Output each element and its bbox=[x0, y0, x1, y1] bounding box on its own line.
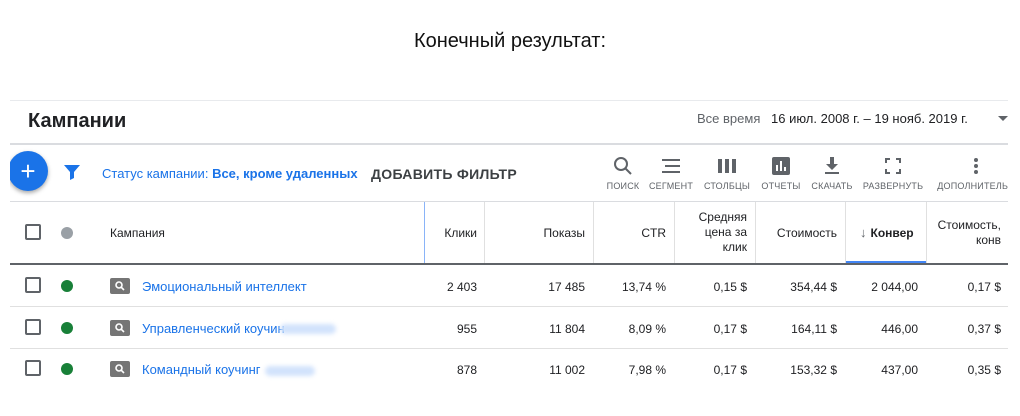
cell-conversions: 437,00 bbox=[881, 363, 918, 377]
more-vert-icon bbox=[936, 155, 1008, 177]
add-campaign-button[interactable]: + bbox=[10, 151, 48, 191]
cell-cost-per-conv: 0,37 $ bbox=[967, 322, 1001, 336]
cell-ctr: 7,98 % bbox=[628, 363, 666, 377]
plus-icon: + bbox=[20, 156, 36, 186]
column-header-cost-per-conv[interactable]: Стоимость, конв bbox=[927, 202, 1001, 263]
cell-clicks: 2 403 bbox=[446, 280, 477, 294]
cell-avg-cpc: 0,15 $ bbox=[713, 280, 747, 294]
cell-clicks: 878 bbox=[456, 363, 477, 377]
page-title: Кампании bbox=[28, 110, 127, 132]
campaign-link[interactable]: Эмоциональный интеллект bbox=[142, 279, 307, 294]
campaign-link[interactable]: Управленческий коучин bbox=[142, 321, 285, 336]
caret-down-icon[interactable] bbox=[998, 116, 1008, 121]
column-header-campaign[interactable]: Кампания bbox=[110, 202, 310, 263]
column-separator bbox=[845, 202, 846, 263]
column-header-avg-cpc[interactable]: Средняя цена за клик bbox=[675, 202, 747, 263]
column-header-label: цена за bbox=[704, 225, 747, 239]
search-campaign-icon bbox=[110, 320, 130, 336]
status-dot-enabled bbox=[61, 322, 73, 334]
row-checkbox[interactable] bbox=[25, 360, 41, 376]
more-tool-button[interactable]: ДОПОЛНИТЕЛЬН bbox=[936, 155, 1008, 191]
cell-ctr: 13,74 % bbox=[621, 280, 666, 294]
column-header-ctr[interactable]: CTR bbox=[594, 202, 666, 263]
cell-cost: 354,44 $ bbox=[790, 280, 837, 294]
column-header-label: клик bbox=[722, 240, 747, 254]
column-header-clicks[interactable]: Клики bbox=[425, 202, 477, 263]
cell-ctr: 8,09 % bbox=[628, 322, 666, 336]
search-campaign-icon bbox=[110, 361, 130, 377]
cell-cost-per-conv: 0,35 $ bbox=[967, 363, 1001, 377]
column-header-label: конв bbox=[975, 232, 1001, 247]
column-header-cost[interactable]: Стоимость bbox=[756, 202, 837, 263]
cell-impressions: 11 002 bbox=[549, 363, 585, 377]
status-filter-label: Статус кампании: bbox=[102, 166, 209, 181]
campaign-status-filter[interactable]: Статус кампании: Все, кроме удаленных bbox=[102, 166, 358, 181]
cell-avg-cpc: 0,17 $ bbox=[713, 363, 747, 377]
column-header-label: Показы bbox=[543, 225, 585, 240]
column-header-label: Кампания bbox=[110, 225, 165, 240]
cell-impressions: 11 804 bbox=[549, 322, 585, 336]
date-range-selector[interactable]: 16 июл. 2008 г. – 19 нояб. 2019 г. bbox=[771, 111, 968, 126]
cell-cost: 164,11 $ bbox=[791, 322, 837, 336]
select-all-checkbox[interactable] bbox=[25, 224, 41, 240]
column-header-label: Стоимость, bbox=[937, 217, 1001, 232]
arrow-down-icon: ↓ bbox=[860, 225, 867, 240]
page-caption: Конечный результат: bbox=[413, 30, 607, 52]
expand-tool-button[interactable]: РАЗВЕРНУТЬ bbox=[853, 155, 933, 191]
cell-cost: 153,32 $ bbox=[790, 363, 837, 377]
divider bbox=[10, 348, 1008, 349]
column-header-label: CTR bbox=[641, 225, 666, 240]
column-header-label: Конвер bbox=[870, 225, 914, 240]
expand-icon bbox=[853, 155, 933, 177]
cell-cost-per-conv: 0,17 $ bbox=[967, 280, 1001, 294]
redacted-text bbox=[265, 366, 315, 376]
status-dot-enabled bbox=[61, 363, 73, 375]
cell-conversions: 446,00 bbox=[881, 322, 918, 336]
search-campaign-icon bbox=[110, 278, 130, 294]
column-header-impressions[interactable]: Показы bbox=[485, 202, 585, 263]
campaign-link[interactable]: Командный коучинг bbox=[142, 362, 261, 377]
status-filter-value: Все, кроме удаленных bbox=[212, 166, 358, 181]
redacted-text bbox=[280, 324, 336, 334]
divider bbox=[10, 306, 1008, 307]
cell-conversions: 2 044,00 bbox=[871, 280, 918, 294]
row-checkbox[interactable] bbox=[25, 319, 41, 335]
cell-avg-cpc: 0,17 $ bbox=[713, 322, 747, 336]
cell-impressions: 17 485 bbox=[548, 280, 585, 294]
filter-icon[interactable] bbox=[63, 164, 81, 185]
add-filter-button[interactable]: ДОБАВИТЬ ФИЛЬТР bbox=[371, 166, 517, 182]
status-column-dot bbox=[61, 227, 73, 239]
row-checkbox[interactable] bbox=[25, 277, 41, 293]
more-tool-label: ДОПОЛНИТЕЛЬН bbox=[937, 181, 1008, 191]
divider bbox=[10, 100, 1008, 101]
date-range-label: Все время bbox=[697, 111, 761, 126]
status-dot-enabled bbox=[61, 280, 73, 292]
column-header-label: Клики bbox=[444, 225, 477, 240]
cell-clicks: 955 bbox=[456, 322, 477, 336]
expand-tool-label: РАЗВЕРНУТЬ bbox=[862, 181, 924, 191]
column-header-label: Стоимость bbox=[776, 225, 837, 240]
column-header-conversions[interactable]: ↓ Конвер bbox=[860, 202, 926, 263]
campaigns-panel: Кампании Все время 16 июл. 2008 г. – 19 … bbox=[10, 100, 1008, 388]
divider bbox=[10, 143, 1008, 145]
divider bbox=[10, 263, 1008, 265]
column-header-label: Средняя bbox=[698, 210, 747, 224]
